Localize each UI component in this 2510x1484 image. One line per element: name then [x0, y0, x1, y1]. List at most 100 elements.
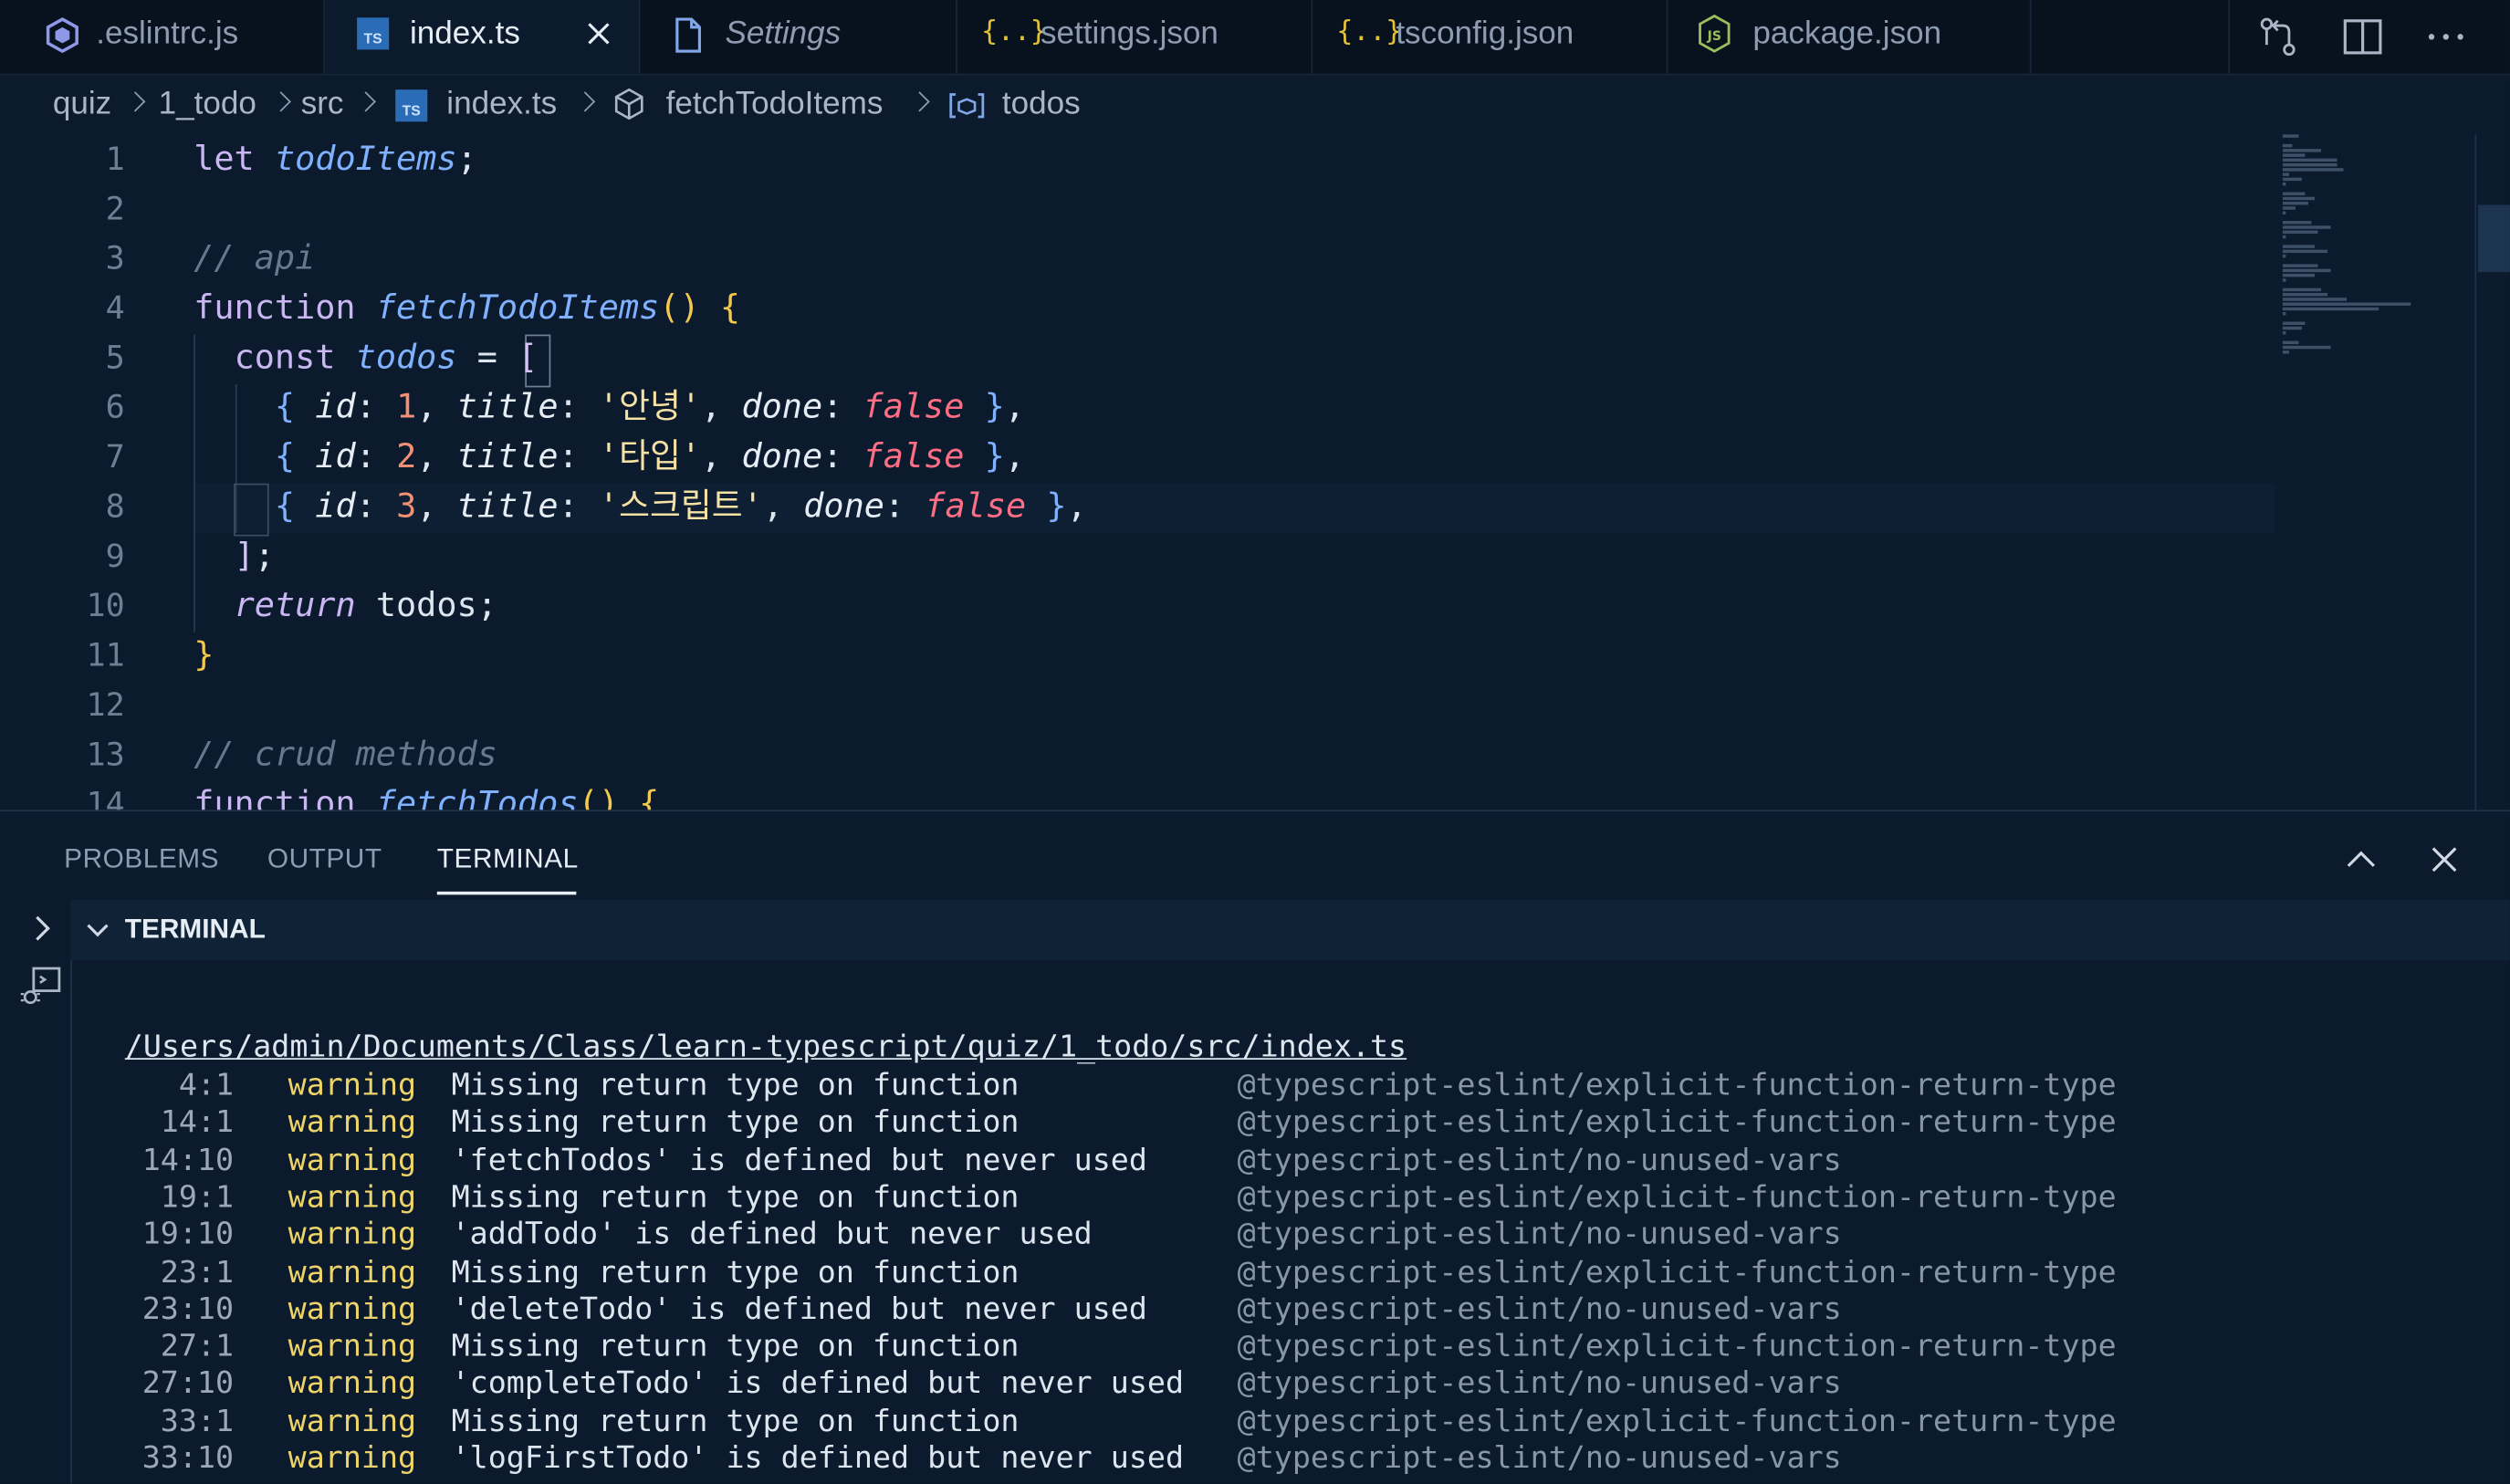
minimap[interactable]	[2276, 134, 2478, 359]
lint-location: 14:1	[160, 1104, 235, 1141]
tab-tsconfig-json[interactable]: {..} tsconfig.json	[1313, 0, 1668, 74]
line-number: 2	[105, 188, 125, 228]
code-line[interactable]: function fetchTodoItems() {	[193, 283, 740, 332]
terminal-section-title: TERMINAL	[124, 914, 266, 945]
minimap-line	[2282, 143, 2293, 147]
lint-location: 27:10	[141, 1365, 235, 1402]
breadcrumb-item-function[interactable]: fetchTodoItems	[666, 74, 884, 135]
code-line[interactable]: const todos = [	[193, 333, 539, 382]
terminal-file-path[interactable]: /Users/admin/Documents/Class/learn-types…	[125, 1029, 1407, 1066]
tab-package-json[interactable]: JS package.json	[1668, 0, 2032, 74]
code-line[interactable]: // api	[193, 234, 315, 283]
chevron-down-icon[interactable]	[83, 915, 112, 945]
lint-rule: @typescript-eslint/no-unused-vars	[1237, 1217, 1842, 1252]
tab-label: .eslintrc.js	[96, 16, 239, 52]
lint-warning-row: 27:10 warning 'completeTodo' is defined bu…	[125, 1366, 2206, 1403]
split-editor-icon[interactable]	[2338, 13, 2387, 61]
eslint-icon	[46, 17, 78, 53]
minimap-line	[2282, 225, 2331, 228]
line-number: 8	[105, 486, 125, 526]
code-line[interactable]: { id: 2, title: '타입', done: false },	[193, 433, 1025, 482]
lint-warning-row: 4:1 warning Missing return type on functio…	[125, 1068, 2206, 1104]
breadcrumb-item-quiz[interactable]: quiz	[53, 74, 111, 135]
debug-console-icon[interactable]	[19, 964, 64, 1008]
code-line[interactable]: return todos;	[193, 581, 497, 631]
terminal-section-header[interactable]: TERMINAL	[70, 899, 2510, 961]
more-actions-icon[interactable]	[2421, 13, 2470, 61]
line-number: 5	[105, 338, 125, 377]
line-number: 6	[105, 387, 125, 426]
minimap-line	[2282, 168, 2344, 171]
breadcrumb-item-variable[interactable]: todos	[1002, 74, 1081, 135]
lint-rule: @typescript-eslint/no-unused-vars	[1237, 1291, 1842, 1327]
code-editor[interactable]: 1 2 3 4 5 6 7 8 9 10 11 12 13 14 let todoItems;// api…	[0, 134, 2510, 810]
minimap-line	[2282, 134, 2299, 137]
minimap-line	[2282, 153, 2306, 156]
line-number: 11	[86, 635, 125, 674]
lint-level: warning	[288, 1365, 417, 1402]
line-number: 13	[86, 734, 125, 774]
lint-rule: @typescript-eslint/explicit-function-ret…	[1237, 1403, 2117, 1439]
line-number: 10	[86, 585, 125, 624]
breadcrumb: quiz 1_todo src TS index.ts fetchTodoIte…	[0, 74, 2510, 135]
scrollbar-thumb[interactable]	[2477, 204, 2510, 273]
minimap-line	[2282, 211, 2286, 214]
maximize-panel-icon[interactable]	[2342, 841, 2380, 879]
tab-eslintrc[interactable]: .eslintrc.js	[13, 0, 326, 74]
breadcrumb-item-folder[interactable]: 1_todo	[159, 74, 256, 135]
minimap-line	[2282, 302, 2411, 306]
line-number: 12	[86, 685, 125, 724]
tab-problems[interactable]: PROBLEMS	[64, 843, 219, 875]
lint-level: warning	[288, 1254, 417, 1290]
chevron-right-icon	[125, 91, 146, 112]
breadcrumb-item-src[interactable]: src	[301, 74, 344, 135]
lint-location: 27:1	[160, 1328, 235, 1364]
file-icon	[675, 17, 701, 53]
tab-settings[interactable]: Settings	[641, 0, 957, 74]
code-line[interactable]: ];	[193, 531, 275, 580]
code-line[interactable]: }	[193, 631, 214, 680]
tab-terminal[interactable]: TERMINAL	[437, 843, 579, 875]
code-line[interactable]: { id: 3, title: '스크립트', done: false },	[193, 482, 1087, 531]
breadcrumb-item-file[interactable]: index.ts	[446, 74, 557, 135]
lint-location: 33:10	[141, 1440, 235, 1477]
minimap-line	[2282, 201, 2308, 204]
minimap-line	[2282, 326, 2302, 329]
minimap-line	[2282, 149, 2322, 152]
tab-output[interactable]: OUTPUT	[267, 843, 382, 875]
lint-level: warning	[288, 1179, 417, 1215]
tab-label: tsconfig.json	[1396, 16, 1574, 52]
tab-label: index.ts	[409, 16, 520, 52]
chevron-right-icon	[909, 91, 930, 112]
minimap-line	[2282, 221, 2312, 224]
tab-index-ts[interactable]: TS index.ts	[325, 0, 641, 74]
minimap-line	[2282, 268, 2331, 272]
code-line[interactable]: function fetchTodos() {	[193, 779, 659, 810]
minimap-line	[2282, 230, 2318, 234]
lint-message: Missing return type on function	[451, 1254, 1020, 1290]
lint-message: 'logFirstTodo' is defined but never used	[451, 1440, 1185, 1477]
lint-location: 19:1	[160, 1179, 235, 1215]
close-icon[interactable]	[584, 19, 613, 48]
code-line[interactable]: // crud methods	[193, 730, 497, 779]
chevron-right-icon[interactable]	[26, 913, 58, 945]
lint-rule: @typescript-eslint/no-unused-vars	[1237, 1365, 1842, 1402]
lint-warning-row: 14:10 warning 'fetchTodos' is defined but …	[125, 1143, 2206, 1179]
minimap-line	[2282, 273, 2315, 277]
code-line[interactable]: let todoItems;	[193, 134, 477, 183]
lint-message: 'deleteTodo' is defined but never used	[451, 1291, 1147, 1327]
lint-rule: @typescript-eslint/explicit-function-ret…	[1237, 1328, 2117, 1364]
tab-settings-json[interactable]: {..} settings.json	[957, 0, 1313, 74]
lint-message: 'addTodo' is defined but never used	[451, 1217, 1093, 1252]
code-line[interactable]: { id: 1, title: '안녕', done: false },	[193, 382, 1025, 432]
minimap-line	[2282, 206, 2296, 209]
lint-rule: @typescript-eslint/explicit-function-ret…	[1237, 1179, 2117, 1215]
minimap-line	[2282, 311, 2286, 315]
lint-message: Missing return type on function	[451, 1328, 1020, 1364]
json-icon: {..}	[981, 16, 1047, 48]
close-panel-icon[interactable]	[2425, 841, 2463, 879]
tab-label: settings.json	[1040, 16, 1218, 52]
lint-level: warning	[288, 1291, 417, 1327]
minimap-line	[2282, 249, 2328, 253]
open-changes-icon[interactable]	[2254, 13, 2302, 61]
